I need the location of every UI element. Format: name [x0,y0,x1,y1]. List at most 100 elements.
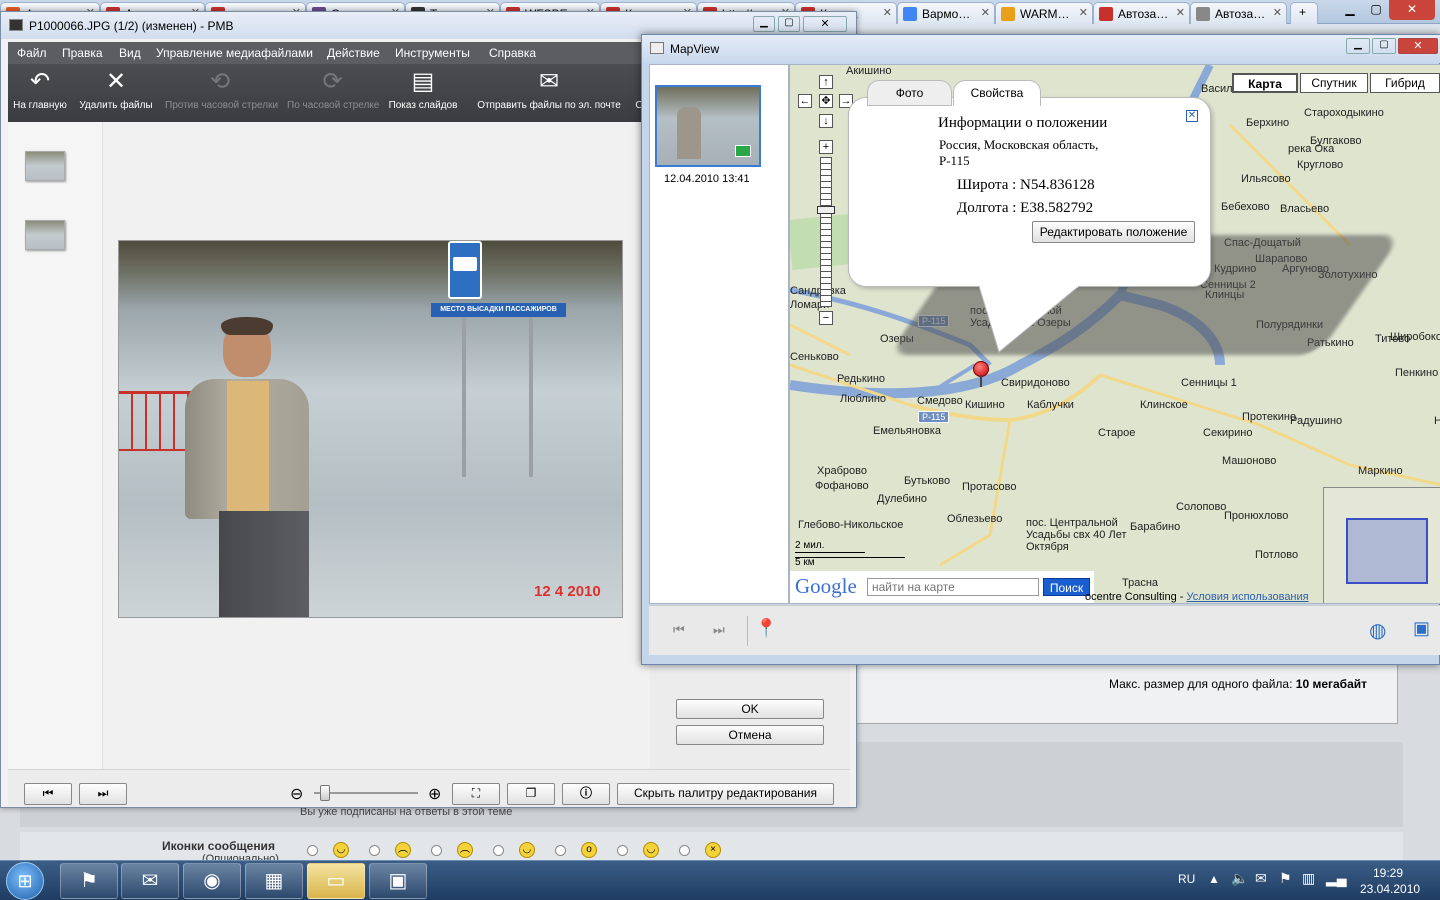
clock-date[interactable]: 23.04.2010 [1360,882,1420,896]
maximize-icon[interactable]: ▢ [1372,38,1396,54]
menu-media[interactable]: Управление медиафайлами [156,46,313,60]
map-search-button[interactable]: Поиск [1043,578,1090,596]
delete-button[interactable]: ✕ Удалить файлы [78,64,154,122]
mail-tray-icon[interactable]: ✉ [1255,870,1267,887]
close-icon[interactable]: ✕ [1398,38,1438,54]
taskbar-explorer[interactable]: ▭ [307,863,365,899]
maximize-icon[interactable]: ▢ [1363,0,1389,20]
close-icon[interactable]: ✕ [803,16,847,32]
icon-radio[interactable] [431,845,442,856]
map-view[interactable]: Акишино Васильев Берхино Староходыкино Булга… [789,64,1440,604]
menu-help[interactable]: Справка [489,46,536,60]
network-icon[interactable]: ▂▄ [1326,870,1347,887]
tab-close-icon[interactable]: ✕ [981,6,990,19]
cancel-button[interactable]: Отмена [676,725,824,745]
fit-button[interactable]: ⛶ [452,783,500,805]
menu-tools[interactable]: Инструменты [395,46,470,60]
language-indicator[interactable]: RU [1178,872,1195,886]
prev-button[interactable]: ⏮ [24,783,72,805]
start-button[interactable]: ⊞ [6,862,44,900]
zoom-slider-thumb[interactable] [320,785,330,801]
minimize-icon[interactable]: ▁ [1346,38,1370,54]
maptype-map[interactable]: Карта [1232,73,1298,93]
map-place-label: Староходыкино [1304,107,1384,119]
overview-viewport[interactable] [1346,518,1428,584]
menu-action[interactable]: Действие [327,46,380,60]
bubble-close-icon[interactable]: ✕ [1186,110,1198,122]
taskbar-chrome[interactable]: ◉ [183,863,241,899]
map-place-label: Свиридоново [1001,377,1070,389]
flag-icon[interactable]: ⚑ [1279,870,1292,887]
zoom-out-icon[interactable]: ⊖ [290,784,303,804]
map-search-input[interactable] [867,578,1039,596]
info-button[interactable]: ⓘ [562,783,610,805]
bus-stop-sign [448,241,482,299]
slideshow-button[interactable]: ▤ Показ слайдов [388,64,458,122]
browser-tab[interactable]: Автоза… ✕ [1093,2,1190,24]
latitude: Широта : N54.836128 [957,177,1095,193]
maximize-icon[interactable]: ▢ [778,16,800,32]
icon-radio[interactable] [555,845,566,856]
tab-photo[interactable]: Фото [867,80,952,106]
device-icon[interactable]: ▥ [1302,870,1315,887]
zoom-level-thumb[interactable] [817,206,835,214]
rotate-cw-button[interactable]: ⟳ По часовой стрелке [287,64,379,122]
last-icon[interactable]: ⏭ [713,622,725,638]
hide-palette-button[interactable]: Скрыть палитру редактирования [617,783,834,805]
volume-icon[interactable]: 🔈 [1231,870,1248,887]
first-icon[interactable]: ⏮ [673,622,685,638]
menu-edit[interactable]: Правка [62,46,103,60]
pan-left-icon[interactable]: ← [798,94,812,108]
thumbnail[interactable] [25,220,65,250]
minimize-icon[interactable]: ▁ [753,16,775,32]
zoom-scale[interactable] [820,157,832,307]
maptype-satellite[interactable]: Спутник [1300,73,1368,93]
address-line2: Р-115 [939,153,970,168]
zoom-in-icon[interactable]: + [819,140,833,154]
show-hidden-icon[interactable]: ▲ [1208,872,1220,886]
tab-close-icon[interactable]: ✕ [1079,6,1088,19]
rotate-ccw-button[interactable]: ⟲ Против часовой стрелки [165,64,278,122]
browser-tab[interactable]: Вармо… ✕ [897,2,995,24]
ok-button[interactable]: OK [676,699,824,719]
zoom-out-icon[interactable]: − [819,311,833,325]
overview-map[interactable] [1323,487,1440,603]
icon-radio[interactable] [307,845,318,856]
taskbar-mail-app[interactable]: ✉ [121,863,179,899]
browser-tab[interactable]: Автоза… ✕ [1190,2,1287,24]
terms-link[interactable]: Условия использования [1187,591,1309,603]
next-button[interactable]: ⏭ [79,783,127,805]
minimize-icon[interactable]: ▁ [1337,0,1363,20]
icon-radio[interactable] [369,845,380,856]
tab-close-icon[interactable]: ✕ [1176,6,1185,19]
tab-close-icon[interactable]: ✕ [883,6,892,19]
pan-center-icon[interactable]: ✥ [819,94,833,108]
menu-view[interactable]: Вид [119,46,141,60]
thumbnail[interactable] [25,151,65,181]
edit-location-button[interactable]: Редактировать положение [1032,221,1195,243]
photo-location-icon[interactable]: ▣ [1413,618,1430,639]
pan-up-icon[interactable]: ↑ [819,75,833,89]
map-thumbnail[interactable] [655,85,761,167]
menu-file[interactable]: Файл [17,46,47,60]
compare-button[interactable]: ❐ [507,783,555,805]
maptype-hybrid[interactable]: Гибрид [1370,73,1440,93]
email-button[interactable]: ✉ Отправить файлы по эл. почте [477,64,621,122]
home-button[interactable]: ↶ На главную [12,64,68,122]
taskbar-app-4[interactable]: ▦ [245,863,303,899]
new-tab-button[interactable]: + [1290,2,1318,24]
browser-tab[interactable]: WARM… ✕ [995,2,1093,24]
tab-properties[interactable]: Свойства [953,80,1041,106]
taskbar-app-1[interactable]: ⚑ [60,863,118,899]
globe-icon[interactable]: ◍ [1369,618,1386,643]
pin-play-icon[interactable]: 📍 [755,618,777,639]
close-icon[interactable]: ✕ [1389,0,1435,20]
icon-radio[interactable] [679,845,690,856]
zoom-in-icon[interactable]: ⊕ [428,784,441,804]
clock-time[interactable]: 19:29 [1373,866,1403,880]
taskbar-pmb[interactable]: ▣ [369,863,427,899]
icon-radio[interactable] [493,845,504,856]
tab-close-icon[interactable]: ✕ [1273,6,1282,19]
pan-down-icon[interactable]: ↓ [819,114,833,128]
icon-radio[interactable] [617,845,628,856]
